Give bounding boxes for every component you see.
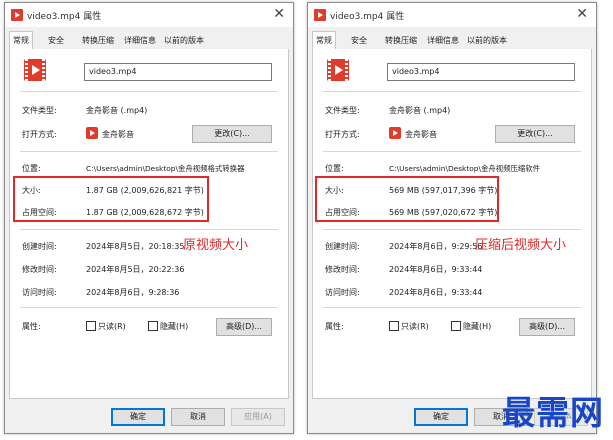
filename-field[interactable]: video3.mp4	[387, 63, 575, 81]
compressed-size-annotation: 压缩后视频大小	[475, 238, 567, 253]
title-bar[interactable]: video3.mp4 属性 ✕	[308, 3, 596, 27]
tab-previous-versions[interactable]: 以前的版本	[161, 33, 207, 48]
divider	[20, 91, 278, 92]
tab-previous-versions[interactable]: 以前的版本	[464, 33, 510, 48]
accessed-label: 访问时间:	[22, 288, 57, 297]
file-type-label: 文件类型:	[22, 106, 57, 115]
advanced-button[interactable]: 高级(D)...	[519, 318, 575, 336]
location-label: 位置:	[22, 164, 41, 173]
tab-details[interactable]: 详细信息	[424, 33, 462, 48]
divider	[323, 229, 581, 230]
location-label: 位置:	[325, 164, 344, 173]
readonly-checkbox[interactable]	[86, 321, 96, 331]
ok-button[interactable]: 确定	[111, 408, 165, 426]
file-type-value: 金舟影音 (.mp4)	[86, 106, 148, 115]
tab-bar: 常规 安全 转换压缩 详细信息 以前的版本	[9, 31, 289, 50]
accessed-value: 2024年8月6日，9:28:36	[86, 288, 180, 297]
hidden-checkbox[interactable]	[451, 321, 461, 331]
tab-general[interactable]: 常规	[9, 31, 33, 49]
tab-details[interactable]: 详细信息	[121, 33, 159, 48]
readonly-label[interactable]: 只读(R)	[98, 321, 126, 332]
open-with-label: 打开方式:	[325, 130, 360, 139]
location-value: C:\Users\admin\Desktop\金舟视频压缩软件	[389, 164, 541, 173]
divider	[20, 229, 278, 230]
video-file-icon	[314, 9, 326, 21]
divider	[20, 307, 278, 308]
divider	[323, 151, 581, 152]
modified-label: 修改时间:	[325, 265, 360, 274]
file-type-label: 文件类型:	[325, 106, 360, 115]
general-panel: video3.mp4 文件类型: 金舟影音 (.mp4) 打开方式: 金舟影音 …	[9, 49, 289, 399]
created-value: 2024年8月6日，9:29:56	[389, 242, 483, 251]
close-icon[interactable]: ✕	[576, 6, 588, 22]
file-type-value: 金舟影音 (.mp4)	[389, 106, 451, 115]
site-watermark: 最需网	[502, 393, 604, 432]
tab-security[interactable]: 安全	[348, 33, 370, 48]
readonly-label[interactable]: 只读(R)	[401, 321, 429, 332]
apply-button[interactable]: 应用(A)	[231, 408, 285, 426]
created-value: 2024年8月5日，20:18:35	[86, 242, 185, 251]
open-with-value: 金舟影音	[405, 130, 437, 139]
hidden-label[interactable]: 隐藏(H)	[160, 321, 188, 332]
modified-label: 修改时间:	[22, 265, 57, 274]
ok-button[interactable]: 确定	[414, 408, 468, 426]
location-value: C:\Users\admin\Desktop\金舟视频格式转换器	[86, 164, 245, 173]
video-file-large-icon	[24, 59, 46, 81]
window-title: video3.mp4 属性	[27, 12, 102, 22]
window-title: video3.mp4 属性	[330, 12, 405, 22]
open-with-label: 打开方式:	[22, 130, 57, 139]
accessed-value: 2024年8月6日，9:33:44	[389, 288, 483, 297]
divider	[323, 91, 581, 92]
general-panel: video3.mp4 文件类型: 金舟影音 (.mp4) 打开方式: 金舟影音 …	[312, 49, 592, 399]
close-icon[interactable]: ✕	[273, 6, 285, 22]
original-size-annotation: 原视频大小	[183, 238, 249, 253]
divider	[20, 151, 278, 152]
advanced-button[interactable]: 高级(D)...	[216, 318, 272, 336]
size-highlight-box	[13, 176, 209, 222]
modified-value: 2024年8月5日，20:22:36	[86, 265, 185, 274]
size-highlight-box	[315, 176, 499, 222]
accessed-label: 访问时间:	[325, 288, 360, 297]
tab-convert-compress[interactable]: 转换压缩	[382, 33, 420, 48]
modified-value: 2024年8月6日，9:33:44	[389, 265, 483, 274]
hidden-label[interactable]: 隐藏(H)	[463, 321, 491, 332]
video-file-large-icon	[327, 59, 349, 81]
attributes-label: 属性:	[325, 322, 344, 331]
hidden-checkbox[interactable]	[148, 321, 158, 331]
change-button[interactable]: 更改(C)...	[192, 125, 272, 143]
divider	[323, 307, 581, 308]
video-file-icon	[11, 9, 23, 21]
attributes-label: 属性:	[22, 322, 41, 331]
app-icon	[389, 127, 401, 139]
tab-bar: 常规 安全 转换压缩 详细信息 以前的版本	[312, 31, 592, 50]
tab-convert-compress[interactable]: 转换压缩	[79, 33, 117, 48]
app-icon	[86, 127, 98, 139]
readonly-checkbox[interactable]	[389, 321, 399, 331]
created-label: 创建时间:	[325, 242, 360, 251]
tab-general[interactable]: 常规	[312, 31, 336, 49]
tab-security[interactable]: 安全	[45, 33, 67, 48]
open-with-value: 金舟影音	[102, 130, 134, 139]
cancel-button[interactable]: 取消	[171, 408, 225, 426]
change-button[interactable]: 更改(C)...	[495, 125, 575, 143]
created-label: 创建时间:	[22, 242, 57, 251]
filename-field[interactable]: video3.mp4	[84, 63, 272, 81]
button-bar: 确定 取消 应用(A)	[5, 401, 293, 431]
title-bar[interactable]: video3.mp4 属性 ✕	[5, 3, 293, 27]
